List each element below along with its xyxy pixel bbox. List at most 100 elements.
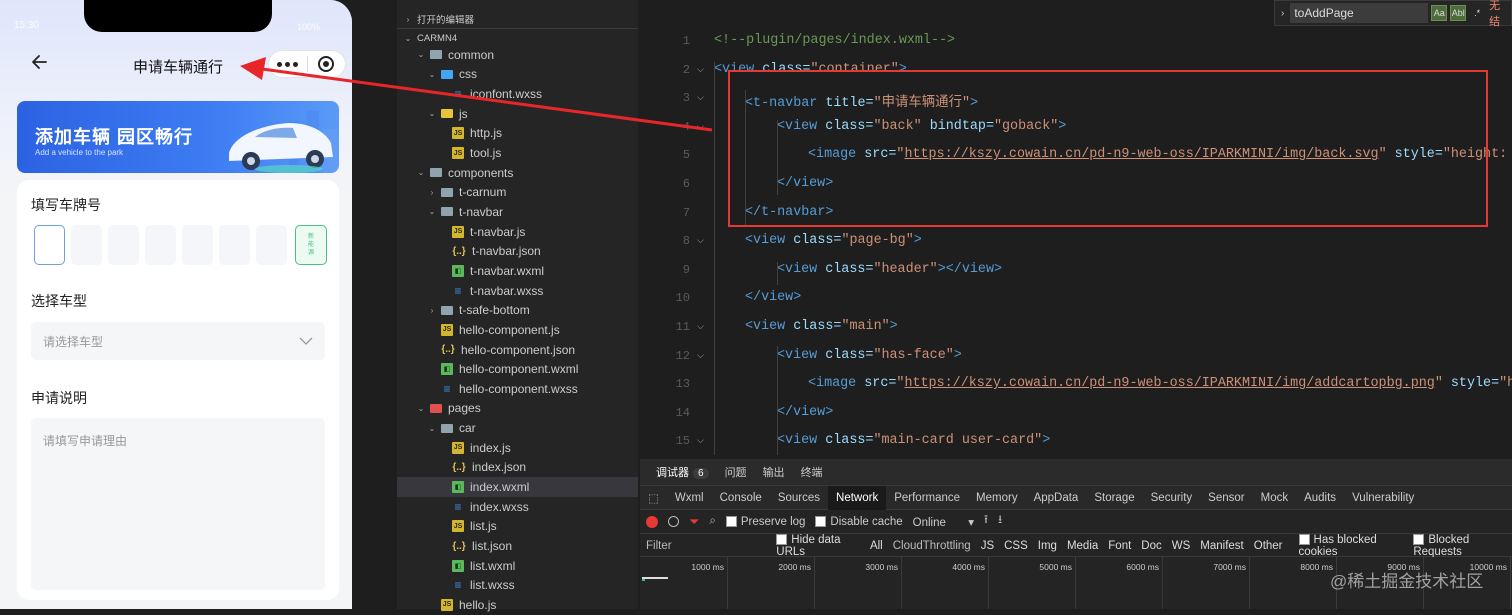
file-item[interactable]: JS hello.js	[397, 595, 638, 615]
new-energy-plate-box[interactable]: 新能源	[295, 225, 327, 265]
find-input[interactable]	[1290, 3, 1429, 23]
filter-icon[interactable]: ⏷	[689, 514, 699, 530]
plate-char-box[interactable]	[108, 225, 139, 265]
more-menu-button[interactable]	[269, 51, 307, 77]
filter-type-media[interactable]: Media	[1062, 540, 1103, 552]
tab-console[interactable]: Console	[712, 486, 770, 510]
tab-vulnerability[interactable]: Vulnerability	[1344, 486, 1422, 510]
fold-chevron-icon[interactable]: ⌵	[697, 92, 709, 103]
plate-char-box[interactable]	[34, 225, 65, 265]
hide-data-urls-checkbox[interactable]: Hide data URLs	[771, 534, 865, 558]
tab-sensor[interactable]: Sensor	[1200, 486, 1252, 510]
open-editors-header[interactable]: › 打开的编辑器	[397, 9, 638, 29]
file-item[interactable]: ◧ list.wxml	[397, 556, 638, 576]
file-item[interactable]: {..} t-navbar.json	[397, 242, 638, 262]
tab-output[interactable]: 输出	[763, 464, 785, 480]
tab-audits[interactable]: Audits	[1296, 486, 1344, 510]
code-line: <view class="main-card user-card">	[777, 433, 1050, 448]
file-item[interactable]: ≡ hello-component.wxss	[397, 379, 638, 399]
tab-storage[interactable]: Storage	[1086, 486, 1142, 510]
file-item[interactable]: ≡ iconfont.wxss	[397, 84, 638, 104]
tab-mock[interactable]: Mock	[1253, 486, 1296, 510]
tab-memory[interactable]: Memory	[968, 486, 1026, 510]
file-item[interactable]: {..} index.json	[397, 458, 638, 478]
tab-debugger[interactable]: 调试器 6	[656, 464, 709, 480]
filter-type-all[interactable]: All	[865, 540, 888, 552]
match-case-toggle[interactable]: Aa	[1431, 5, 1448, 21]
filter-type-manifest[interactable]: Manifest	[1195, 540, 1248, 552]
folder-item[interactable]: ⌄ common	[397, 45, 638, 65]
tab-terminal[interactable]: 终端	[801, 464, 823, 480]
tab-wxml[interactable]: Wxml	[667, 486, 712, 510]
plate-char-box[interactable]	[182, 225, 213, 265]
close-capsule-button[interactable]	[308, 51, 346, 77]
clear-icon[interactable]	[668, 516, 679, 527]
fold-chevron-icon[interactable]: ⌵	[697, 435, 709, 446]
throttle-select[interactable]: Online ▾	[913, 515, 974, 529]
filter-type-other[interactable]: Other	[1249, 540, 1288, 552]
file-item[interactable]: ≡ list.wxss	[397, 576, 638, 596]
inspect-element-icon[interactable]: ⬚	[640, 486, 667, 510]
filter-type-img[interactable]: Img	[1033, 540, 1062, 552]
regex-toggle[interactable]: .*	[1469, 5, 1485, 21]
file-item[interactable]: ◧ t-navbar.wxml	[397, 261, 638, 281]
folder-item[interactable]: ⌄ components	[397, 163, 638, 183]
tab-performance[interactable]: Performance	[886, 486, 968, 510]
filter-type-css[interactable]: CSS	[999, 540, 1033, 552]
file-item[interactable]: JS list.js	[397, 517, 638, 537]
whole-word-toggle[interactable]: Abl	[1450, 5, 1467, 21]
plate-char-box[interactable]	[219, 225, 250, 265]
file-item[interactable]: {..} hello-component.json	[397, 340, 638, 360]
file-item[interactable]: JS tool.js	[397, 143, 638, 163]
folder-item[interactable]: ⌄ css	[397, 65, 638, 85]
plate-char-box[interactable]	[145, 225, 176, 265]
fold-chevron-icon[interactable]: ⌵	[697, 235, 709, 246]
filter-type-ws[interactable]: WS	[1167, 540, 1196, 552]
folder-item[interactable]: ⌄ car	[397, 418, 638, 438]
tab-appdata[interactable]: AppData	[1026, 486, 1087, 510]
preserve-log-checkbox[interactable]: Preserve log	[725, 516, 805, 528]
file-item[interactable]: ≡ t-navbar.wxss	[397, 281, 638, 301]
file-item[interactable]: JS http.js	[397, 124, 638, 144]
record-icon[interactable]	[646, 515, 658, 528]
filter-type-cloudthrottling[interactable]: CloudThrottling	[888, 540, 976, 552]
plate-char-box[interactable]	[256, 225, 287, 265]
file-item[interactable]: JS index.js	[397, 438, 638, 458]
tab-network[interactable]: Network	[828, 485, 887, 510]
reason-textarea[interactable]: 请填写申请理由	[31, 418, 325, 590]
filter-type-font[interactable]: Font	[1103, 540, 1136, 552]
tab-issues[interactable]: 问题	[725, 464, 747, 480]
filter-type-js[interactable]: JS	[976, 540, 999, 552]
fold-chevron-icon[interactable]: ⌵	[697, 350, 709, 361]
filter-input[interactable]: Filter	[640, 540, 771, 552]
blocked-requests-checkbox[interactable]: Blocked Requests	[1408, 534, 1512, 558]
disable-cache-checkbox[interactable]: Disable cache	[815, 516, 903, 528]
vehicle-type-placeholder: 请选择车型	[43, 334, 104, 349]
file-item[interactable]: {..} list.json	[397, 536, 638, 556]
folder-item[interactable]: ⌄ t-navbar	[397, 202, 638, 222]
search-icon[interactable]: ⌕	[709, 515, 715, 528]
tab-security[interactable]: Security	[1143, 486, 1201, 510]
file-item[interactable]: JS t-navbar.js	[397, 222, 638, 242]
file-item[interactable]: ◧ index.wxml	[397, 477, 638, 497]
folder-item[interactable]: ⌄ pages	[397, 399, 638, 419]
export-har-icon[interactable]: ⭳	[998, 512, 1002, 531]
import-har-icon[interactable]: ⭱	[984, 512, 988, 531]
filter-type-doc[interactable]: Doc	[1136, 540, 1166, 552]
file-item[interactable]: ◧ hello-component.wxml	[397, 359, 638, 379]
folder-item[interactable]: ⌄ js	[397, 104, 638, 124]
folder-item[interactable]: › t-safe-bottom	[397, 300, 638, 320]
file-item[interactable]: JS hello-component.js	[397, 320, 638, 340]
timeline-tick: 2000 ms	[778, 557, 815, 609]
plate-char-box[interactable]	[71, 225, 102, 265]
project-label: CARMN4	[417, 33, 458, 44]
toggle-replace-icon[interactable]: ›	[1281, 8, 1284, 19]
fold-chevron-icon[interactable]: ⌵	[697, 121, 709, 132]
file-item[interactable]: ≡ index.wxss	[397, 497, 638, 517]
tab-sources[interactable]: Sources	[770, 486, 828, 510]
vehicle-type-select[interactable]: 请选择车型	[31, 322, 325, 360]
has-blocked-cookies-checkbox[interactable]: Has blocked cookies	[1294, 534, 1409, 558]
folder-item[interactable]: › t-carnum	[397, 183, 638, 203]
fold-chevron-icon[interactable]: ⌵	[697, 64, 709, 75]
fold-chevron-icon[interactable]: ⌵	[697, 321, 709, 332]
